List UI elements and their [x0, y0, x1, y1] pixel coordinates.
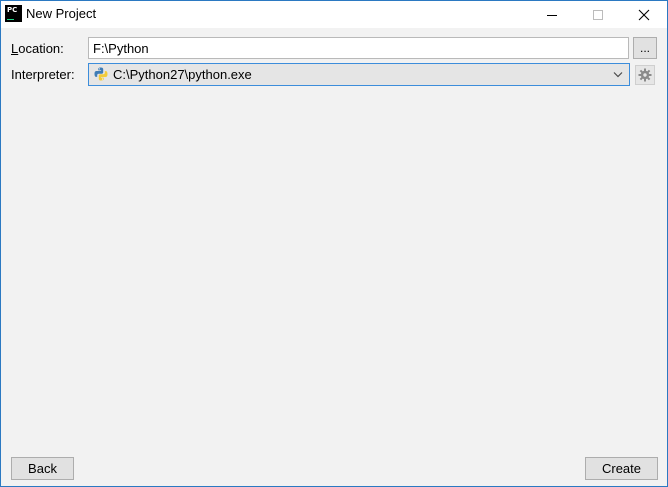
app-icon-text: PC: [7, 6, 18, 14]
interpreter-value: C:\Python27\python.exe: [113, 67, 252, 82]
minimize-icon: [547, 15, 557, 16]
back-button[interactable]: Back: [11, 457, 74, 480]
interpreter-settings-button[interactable]: [635, 65, 655, 85]
browse-button[interactable]: ...: [633, 37, 657, 59]
interpreter-select[interactable]: C:\Python27\python.exe: [88, 63, 630, 86]
new-project-window: PC New Project Location: ... Interpreter…: [0, 0, 668, 487]
title-bar[interactable]: PC New Project: [1, 1, 667, 28]
gear-icon: [638, 68, 652, 82]
interpreter-label: Interpreter:: [11, 67, 75, 82]
close-icon: [638, 9, 650, 21]
maximize-icon: [593, 10, 603, 20]
create-button[interactable]: Create: [585, 457, 658, 480]
chevron-down-icon: [613, 72, 623, 78]
pycharm-icon: PC: [5, 5, 22, 22]
location-label-text: ocation:: [18, 41, 64, 56]
maximize-button[interactable]: [575, 1, 621, 28]
location-input[interactable]: [88, 37, 629, 59]
close-button[interactable]: [621, 1, 667, 28]
python-icon: [94, 67, 108, 81]
minimize-button[interactable]: [529, 1, 575, 28]
window-title: New Project: [26, 6, 97, 21]
location-label: Location:: [11, 41, 64, 56]
